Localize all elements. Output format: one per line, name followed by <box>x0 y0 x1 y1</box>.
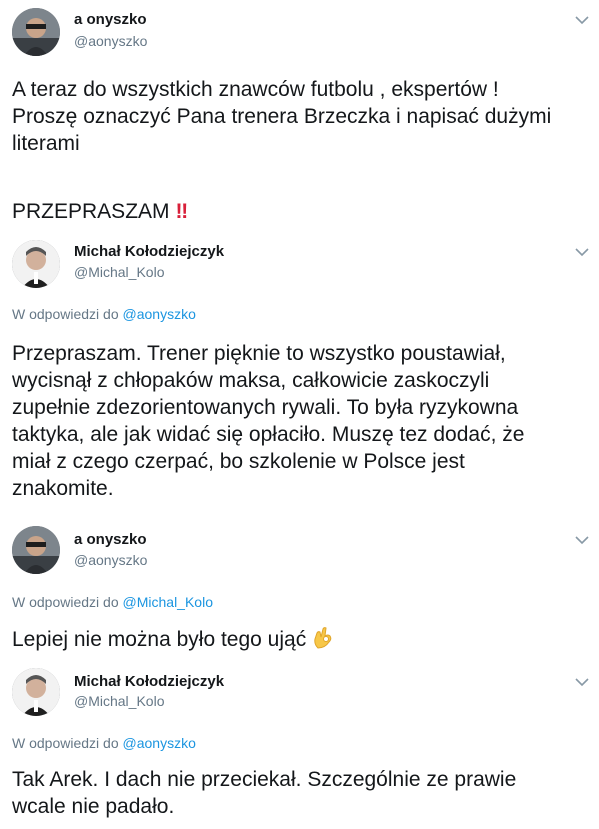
tweet-text: Tak Arek. I dach nie przeciekał. Szczegó… <box>12 766 592 820</box>
tweet-text: Przepraszam. Trener pięknie to wszystko … <box>12 340 592 502</box>
replying-prefix: W odpowiedzi do <box>12 306 119 322</box>
replying-prefix: W odpowiedzi do <box>12 594 119 610</box>
avatar[interactable] <box>12 668 60 716</box>
ok-hand-icon <box>312 626 334 657</box>
replying-prefix: W odpowiedzi do <box>12 735 119 751</box>
tweet-text-line: zupełnie zdezorientowanych rywali. To by… <box>12 396 519 419</box>
replying-to: W odpowiedzi do @Michal_Kolo <box>12 594 213 610</box>
tweet-text-line: Tak Arek. I dach nie przeciekał. Szczegó… <box>12 768 517 791</box>
author-handle[interactable]: @aonyszko <box>74 552 147 568</box>
tweet-text-line: wcale nie padało. <box>12 795 175 818</box>
double-exclamation-icon: ‼ <box>175 200 189 223</box>
chevron-down-icon[interactable] <box>574 14 590 26</box>
author-handle[interactable]: @Michal_Kolo <box>74 693 164 709</box>
avatar[interactable] <box>12 240 60 288</box>
tweet-text-line: taktyka, ale jak widać się opłaciło. Mus… <box>12 423 525 446</box>
author-name[interactable]: Michał Kołodziejczyk <box>74 673 224 690</box>
tweet-text-line: literami <box>12 132 80 155</box>
tweet-text-line: Lepiej nie można było tego ująć <box>12 628 307 651</box>
replying-mention-link[interactable]: @aonyszko <box>123 306 196 322</box>
tweet-text-line: A teraz do wszystkich znawców futbolu , … <box>12 78 499 101</box>
tweet-text-line: wycisnął z chłopaków maksa, całkowicie z… <box>12 369 490 392</box>
replying-mention-link[interactable]: @aonyszko <box>123 735 196 751</box>
tweet-text-line: znakomite. <box>12 477 114 500</box>
replying-to: W odpowiedzi do @aonyszko <box>12 306 196 322</box>
chevron-down-icon[interactable] <box>574 534 590 546</box>
author-handle[interactable]: @aonyszko <box>74 33 147 49</box>
author-name[interactable]: a onyszko <box>74 531 147 548</box>
tweet-text: Lepiej nie można było tego ująć <box>12 626 592 657</box>
avatar[interactable] <box>12 8 60 56</box>
tweet-text-line: Proszę oznaczyć Pana trenera Brzeczka i … <box>12 105 552 128</box>
chevron-down-icon[interactable] <box>574 246 590 258</box>
tweet-text-line: PRZEPRASZAM <box>12 200 170 223</box>
avatar[interactable] <box>12 526 60 574</box>
tweet-text-extra: PRZEPRASZAM ‼ <box>12 198 592 225</box>
author-handle[interactable]: @Michal_Kolo <box>74 264 164 280</box>
replying-mention-link[interactable]: @Michal_Kolo <box>123 594 213 610</box>
tweet-text-line: Przepraszam. Trener pięknie to wszystko … <box>12 342 506 365</box>
author-name[interactable]: Michał Kołodziejczyk <box>74 243 224 260</box>
replying-to: W odpowiedzi do @aonyszko <box>12 735 196 751</box>
author-name[interactable]: a onyszko <box>74 11 147 28</box>
tweet-text-line: miał z czego czerpać, bo szkolenie w Pol… <box>12 450 465 473</box>
chevron-down-icon[interactable] <box>574 676 590 688</box>
tweet-text: A teraz do wszystkich znawców futbolu , … <box>12 76 592 157</box>
